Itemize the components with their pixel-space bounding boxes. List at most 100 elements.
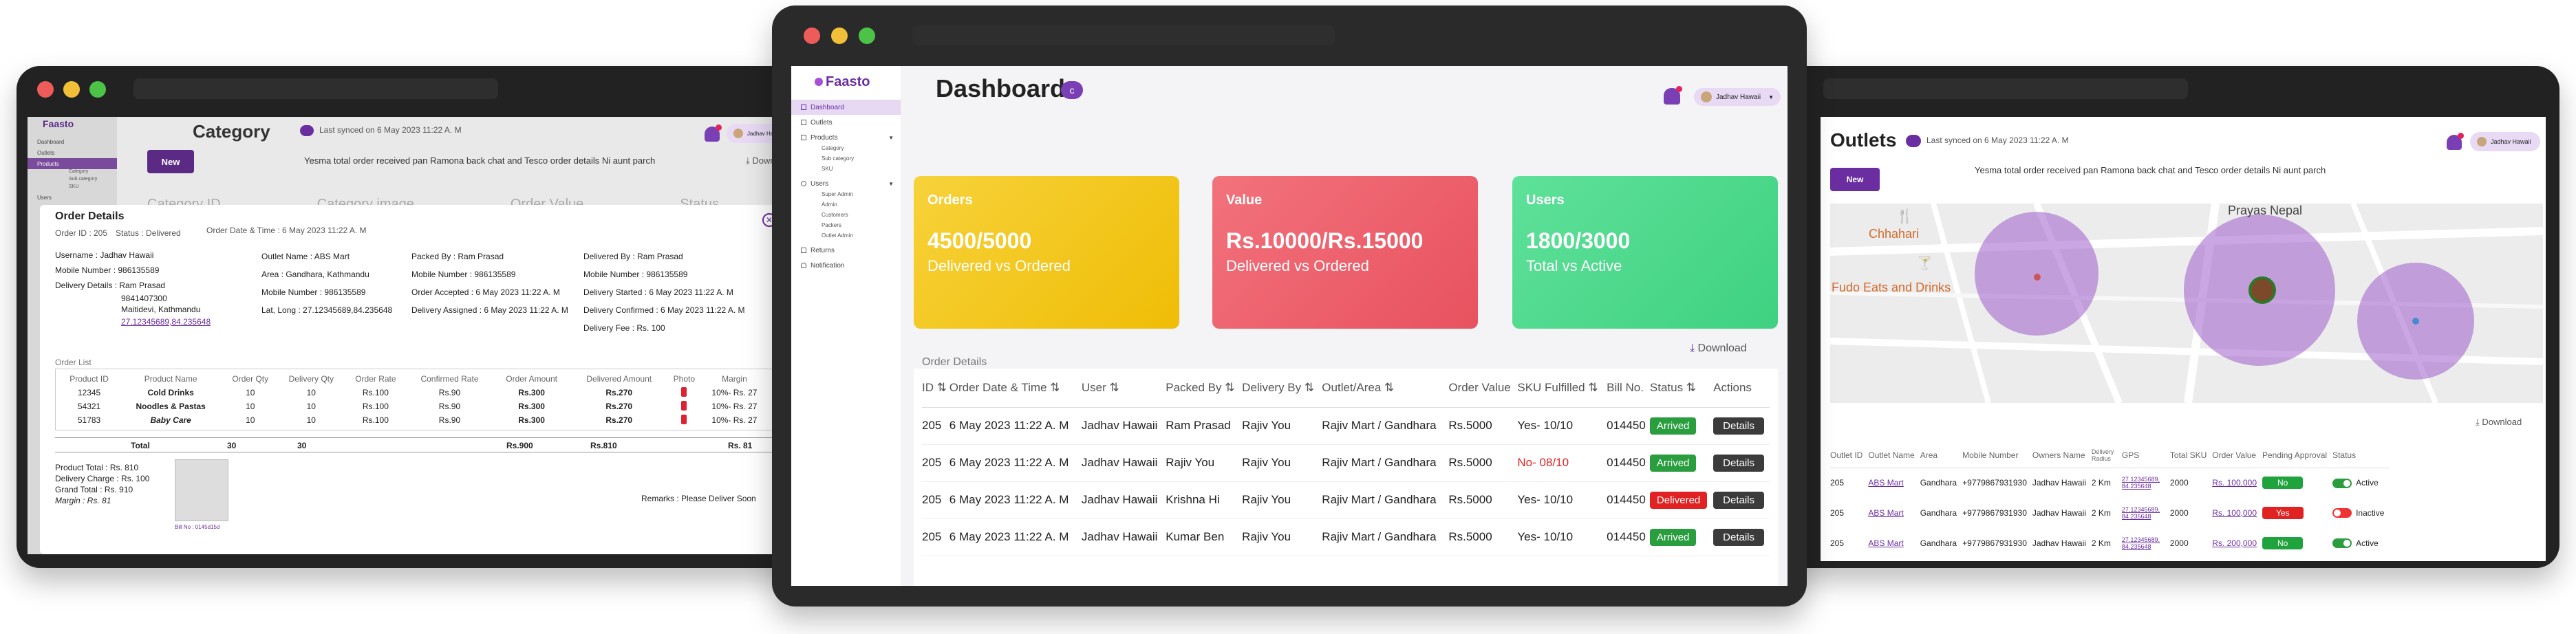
col-header[interactable]: Total SKU xyxy=(2169,443,2213,468)
table-row[interactable]: 205 6 May 2023 11:22 A. M Jadhav Hawaii … xyxy=(922,407,1770,445)
map-pin-icon[interactable] xyxy=(2412,318,2419,325)
col-header[interactable]: Packed By ⇅ xyxy=(1166,369,1243,408)
chevron-down-icon[interactable]: ▼ xyxy=(888,135,894,141)
col-header[interactable]: Area xyxy=(1920,443,1963,468)
pending-approval[interactable]: No xyxy=(2262,528,2332,558)
order-value-link[interactable]: Rs. 100,000 xyxy=(2212,468,2262,498)
col-header[interactable]: Outlet ID xyxy=(1830,443,1869,468)
maximize-dot[interactable] xyxy=(859,28,875,44)
sidebar-item-dashboard[interactable]: Dashboard xyxy=(791,100,901,115)
sidebar-item-outlets[interactable]: Outlets xyxy=(791,115,901,130)
sync-icon[interactable] xyxy=(1906,135,1921,147)
map-pin-icon[interactable] xyxy=(2248,276,2276,304)
minimize-dot[interactable] xyxy=(831,28,848,44)
approval-badge[interactable]: No xyxy=(2262,477,2304,490)
sidebar-sub-admin[interactable]: Admin xyxy=(791,201,901,212)
status-toggle[interactable]: Active xyxy=(2332,468,2390,498)
outlet-link[interactable]: ABS Mart xyxy=(1868,468,1920,498)
address-bar[interactable] xyxy=(912,25,1335,45)
col-header[interactable]: Pending Approval xyxy=(2262,443,2333,468)
download-button[interactable]: ⤓ Download xyxy=(1690,342,1747,355)
approval-badge[interactable]: No xyxy=(2262,537,2304,549)
sidebar-sub-customers[interactable]: Customers xyxy=(791,212,901,222)
product-photo-icon[interactable] xyxy=(668,413,700,427)
col-header[interactable]: Order Date & Time ⇅ xyxy=(949,369,1082,408)
outlet-link[interactable]: ABS Mart xyxy=(1868,528,1920,558)
new-button[interactable]: New xyxy=(147,150,194,173)
address-bar[interactable] xyxy=(1823,78,2188,99)
sidebar-item-products[interactable]: Products ▼ xyxy=(791,130,901,145)
col-header[interactable]: User ⇅ xyxy=(1081,369,1166,408)
sidebar-sub-outlet-admin[interactable]: Outlet Admin xyxy=(791,232,901,243)
pending-approval[interactable]: No xyxy=(2262,468,2332,498)
toggle-switch[interactable] xyxy=(2332,508,2352,518)
gps-link[interactable]: 27.12345689, 84.235648 xyxy=(2122,498,2170,528)
close-dot[interactable] xyxy=(37,81,54,98)
order-value-link[interactable]: Rs. 100,000 xyxy=(2212,498,2262,528)
sidebar-sub-super-admin[interactable]: Super Admin xyxy=(791,191,901,201)
status-toggle[interactable]: Active xyxy=(2332,528,2390,558)
details-button[interactable]: Details xyxy=(1713,528,1765,546)
col-header[interactable]: Owners Name xyxy=(2032,443,2092,468)
sidebar-item-products[interactable]: Products xyxy=(28,158,117,169)
table-row[interactable]: 205 6 May 2023 11:22 A. M Jadhav Hawaii … xyxy=(922,444,1770,482)
sidebar-sub-subcategory[interactable]: Sub category xyxy=(791,155,901,166)
sidebar-sub-sku[interactable]: SKU xyxy=(791,166,901,176)
table-row[interactable]: 205 6 May 2023 11:22 A. M Jadhav Hawaii … xyxy=(922,481,1770,519)
col-header[interactable]: Bill No. xyxy=(1607,369,1650,408)
product-photo-icon[interactable] xyxy=(668,386,700,400)
bill-photo[interactable] xyxy=(175,459,228,521)
sidebar-item-users[interactable]: Users ▼ xyxy=(791,176,901,191)
table-row[interactable]: 205 6 May 2023 11:22 A. M Jadhav Hawaii … xyxy=(922,518,1770,556)
approval-badge[interactable]: Yes xyxy=(2262,507,2304,519)
gps-link[interactable]: 27.12345689, 84.235648 xyxy=(2122,468,2170,498)
user-menu[interactable]: Jadhav Hawaii ▼ xyxy=(1694,88,1781,106)
details-button[interactable]: Details xyxy=(1713,491,1765,509)
user-menu[interactable]: Jadhav Hawaii xyxy=(2470,132,2540,151)
chevron-down-icon[interactable]: ▼ xyxy=(888,181,894,187)
sidebar-sub-subcategory[interactable]: Sub category xyxy=(28,177,117,184)
col-header[interactable]: Order Value xyxy=(2212,443,2262,468)
sidebar-item-outlets[interactable]: Outlets xyxy=(28,147,117,158)
sidebar-item-returns[interactable]: Returns xyxy=(791,243,901,258)
col-header[interactable]: Mobile Number xyxy=(1962,443,2032,468)
sidebar-item-notification[interactable]: Notification xyxy=(791,258,901,273)
col-header[interactable]: Status ⇅ xyxy=(1649,369,1714,408)
gps-link[interactable]: 27.12345689,84.235648 xyxy=(55,315,211,329)
sidebar-sub-sku[interactable]: SKU xyxy=(28,184,117,192)
address-bar[interactable] xyxy=(133,78,498,99)
outlet-link[interactable]: ABS Mart xyxy=(1868,498,1920,528)
col-header[interactable]: Delivery By ⇅ xyxy=(1242,369,1322,408)
download-link[interactable]: ⤓ Download xyxy=(2476,417,2522,428)
status-toggle[interactable]: Inactive xyxy=(2332,498,2390,528)
minimize-dot[interactable] xyxy=(63,81,80,98)
orders-card[interactable]: Orders 4500/5000 Delivered vs Ordered xyxy=(914,176,1179,329)
pending-approval[interactable]: Yes xyxy=(2262,498,2332,528)
col-header[interactable]: Status xyxy=(2332,443,2390,468)
details-button[interactable]: Details xyxy=(1713,454,1765,472)
bill-caption[interactable]: Bill No : 0145d15d xyxy=(175,524,219,530)
sidebar-item-dashboard[interactable]: Dashboard xyxy=(28,136,117,147)
toggle-switch[interactable] xyxy=(2332,478,2352,488)
close-dot[interactable] xyxy=(804,28,820,44)
order-value-link[interactable]: Rs. 200,000 xyxy=(2212,528,2262,558)
new-button[interactable]: New xyxy=(1830,168,1880,191)
sidebar-sub-category[interactable]: Category xyxy=(791,145,901,155)
toggle-switch[interactable] xyxy=(2332,538,2352,549)
maximize-dot[interactable] xyxy=(89,81,106,98)
sync-icon[interactable] xyxy=(300,125,314,136)
product-photo-icon[interactable] xyxy=(668,400,700,413)
sidebar-sub-category[interactable]: Category xyxy=(28,169,117,177)
value-card[interactable]: Value Rs.10000/Rs.15000 Delivered vs Ord… xyxy=(1212,176,1478,329)
col-header[interactable]: ID ⇅ xyxy=(922,369,949,408)
users-card[interactable]: Users 1800/3000 Total vs Active xyxy=(1512,176,1778,329)
gps-link[interactable]: 27.12345689, 84.235648 xyxy=(2122,528,2170,558)
sync-icon[interactable]: c xyxy=(1061,81,1083,99)
sidebar-item-users[interactable]: Users xyxy=(28,192,117,203)
col-header[interactable]: GPS xyxy=(2121,443,2170,468)
col-header[interactable]: Delivery Radius xyxy=(2091,443,2122,468)
col-header[interactable]: SKU Fulfilled ⇅ xyxy=(1517,369,1607,408)
map-pin-icon[interactable] xyxy=(2034,274,2041,281)
notification-bell-icon[interactable] xyxy=(2447,133,2464,150)
col-header[interactable]: Order Value xyxy=(1448,369,1518,408)
